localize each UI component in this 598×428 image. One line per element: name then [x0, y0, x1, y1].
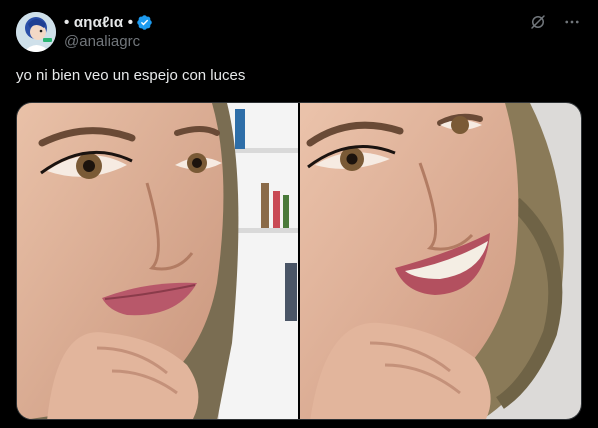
photo-1[interactable]: [17, 103, 298, 419]
author-handle[interactable]: @analiagrc: [64, 33, 140, 50]
tweet: • αηαℓια • @analiagrc yo ni bien veo un …: [0, 0, 598, 428]
avatar-illustration: [16, 12, 56, 52]
photo-2[interactable]: [300, 103, 581, 419]
tweet-actions: [528, 12, 582, 32]
media-grid: [16, 102, 582, 420]
author-display-name[interactable]: • αηαℓια •: [64, 14, 133, 31]
avatar[interactable]: [16, 12, 56, 52]
tweet-text: yo ni bien veo un espejo con luces: [16, 67, 246, 84]
more-icon[interactable]: [562, 12, 582, 32]
photo-1-image: [17, 103, 298, 419]
grok-icon[interactable]: [528, 12, 548, 32]
verified-badge-icon: [136, 14, 153, 31]
photo-2-image: [300, 103, 581, 419]
author-name-row[interactable]: • αηαℓια •: [64, 12, 153, 32]
